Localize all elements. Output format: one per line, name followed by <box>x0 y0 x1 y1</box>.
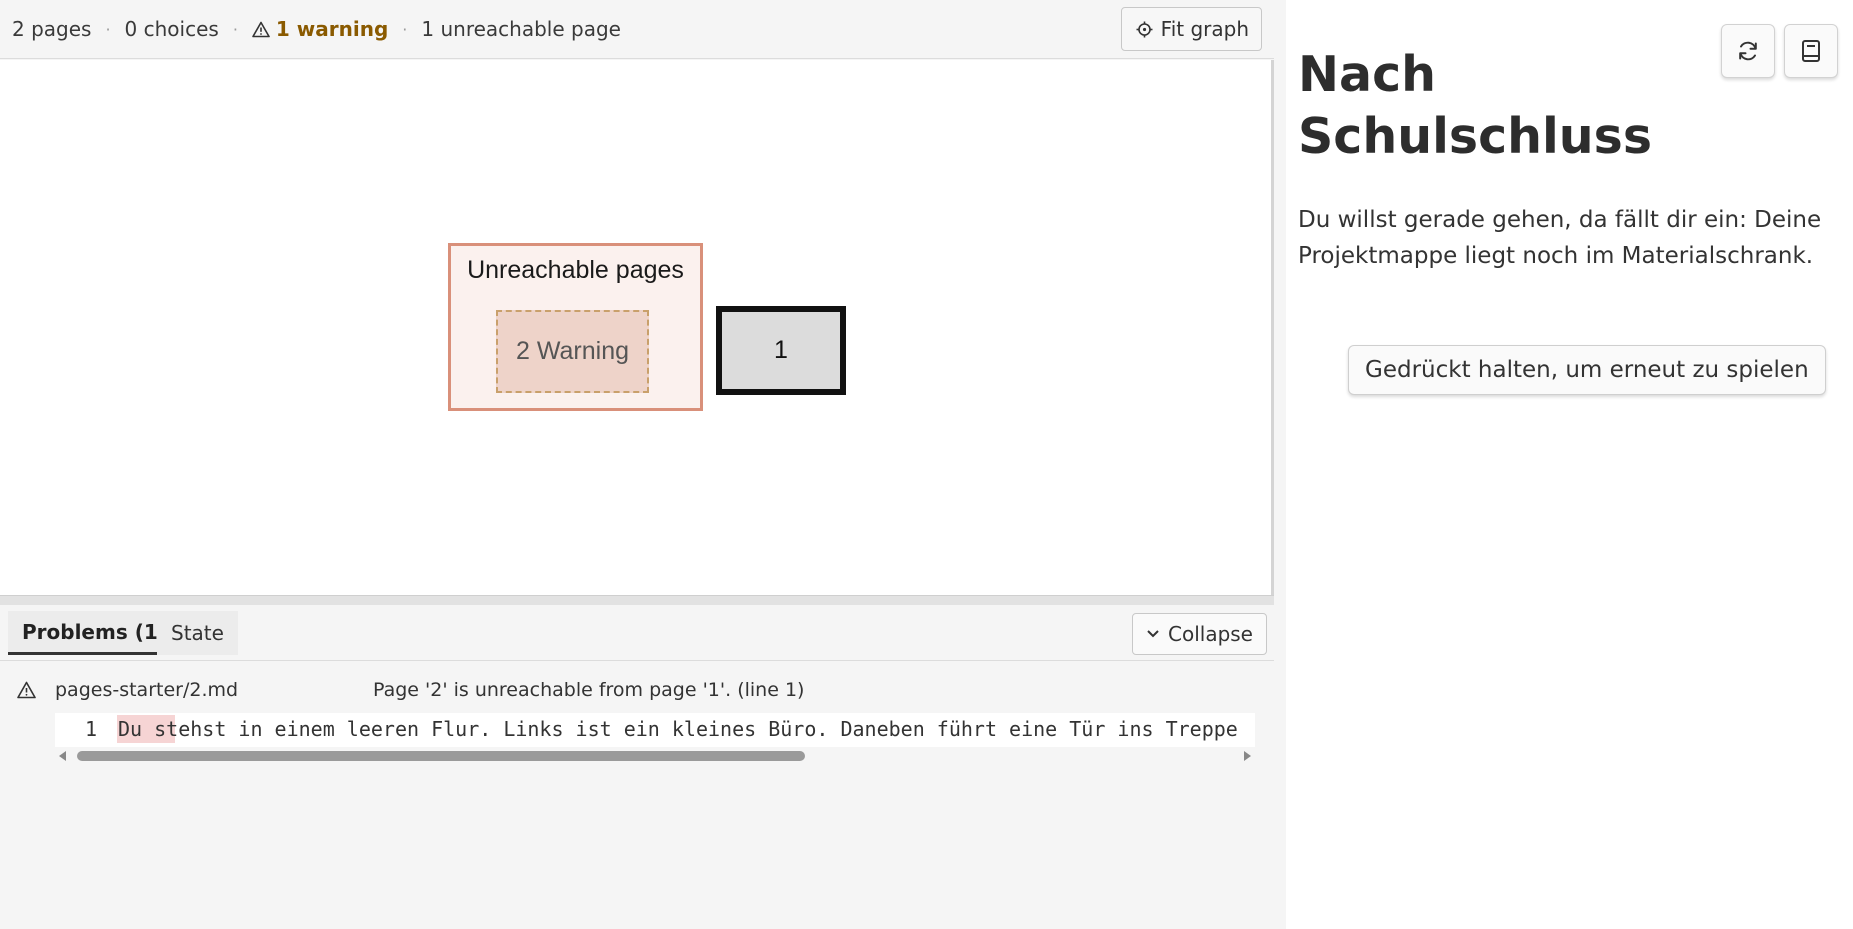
stats-bar: 2 pages · 0 choices · 1 warning · 1 unre… <box>0 0 1274 59</box>
preview-pane: Nach Schulschluss Du willst gerade gehen… <box>1286 0 1853 929</box>
unreachable-group-title: Unreachable pages <box>467 256 684 284</box>
warning-triangle-icon <box>252 21 270 37</box>
page-node-1[interactable]: 1 <box>716 306 846 395</box>
crosshair-icon <box>1136 21 1153 37</box>
scroll-left-arrow-icon[interactable] <box>59 751 66 761</box>
choice-count: 0 choices <box>124 17 219 41</box>
fit-graph-label: Fit graph <box>1160 17 1249 41</box>
problems-panel: Problems (1) State Collapse pages-starte… <box>0 605 1286 929</box>
problem-item[interactable]: pages-starter/2.md Page '2' is unreachab… <box>0 677 1274 707</box>
graph-canvas[interactable]: Unreachable pages 2 Warning 1 <box>0 60 1274 595</box>
tab-state[interactable]: State <box>157 611 238 655</box>
book-button[interactable] <box>1784 24 1838 78</box>
unreachable-count: 1 unreachable page <box>421 17 621 41</box>
tab-problems[interactable]: Problems (1) <box>8 611 181 655</box>
chevron-down-icon <box>1147 630 1159 638</box>
scroll-right-arrow-icon[interactable] <box>1244 751 1251 761</box>
page-count: 2 pages <box>12 17 92 41</box>
warning-count[interactable]: 1 warning <box>252 17 388 41</box>
app-window: 2 pages · 0 choices · 1 warning · 1 unre… <box>0 0 1853 929</box>
book-icon <box>1802 40 1820 62</box>
code-snippet: 1 Du stehst in einem leeren Flur. Links … <box>55 713 1255 747</box>
reload-button[interactable] <box>1721 24 1775 78</box>
page-node-2[interactable]: 2 Warning <box>496 310 649 393</box>
problem-file[interactable]: pages-starter/2.md <box>55 679 238 701</box>
code-line: Du stehst in einem leeren Flur. Links is… <box>118 717 1238 741</box>
fit-graph-button[interactable]: Fit graph <box>1120 7 1262 51</box>
line-number: 1 <box>85 717 98 741</box>
problem-message: Page '2' is unreachable from page '1'. (… <box>373 679 805 701</box>
editor-pane: 2 pages · 0 choices · 1 warning · 1 unre… <box>0 0 1286 929</box>
collapse-button[interactable]: Collapse <box>1132 613 1267 655</box>
separator: · <box>105 19 111 39</box>
warning-count-label: 1 warning <box>275 17 389 41</box>
reload-icon <box>1739 41 1757 61</box>
separator: · <box>402 19 408 39</box>
scroll-thumb[interactable] <box>77 751 805 761</box>
panel-resize-handle[interactable] <box>0 595 1274 605</box>
collapse-label: Collapse <box>1168 622 1253 646</box>
story-title: Nach Schulschluss <box>1298 46 1653 165</box>
replay-button[interactable]: Gedrückt halten, um erneut zu spielen <box>1348 345 1826 395</box>
story-text: Du willst gerade gehen, da fällt dir ein… <box>1298 207 1822 269</box>
panel-tabs: Problems (1) State Collapse <box>0 605 1274 661</box>
horizontal-scrollbar[interactable] <box>55 748 1255 764</box>
warning-triangle-icon <box>17 681 36 699</box>
separator: · <box>232 19 238 39</box>
